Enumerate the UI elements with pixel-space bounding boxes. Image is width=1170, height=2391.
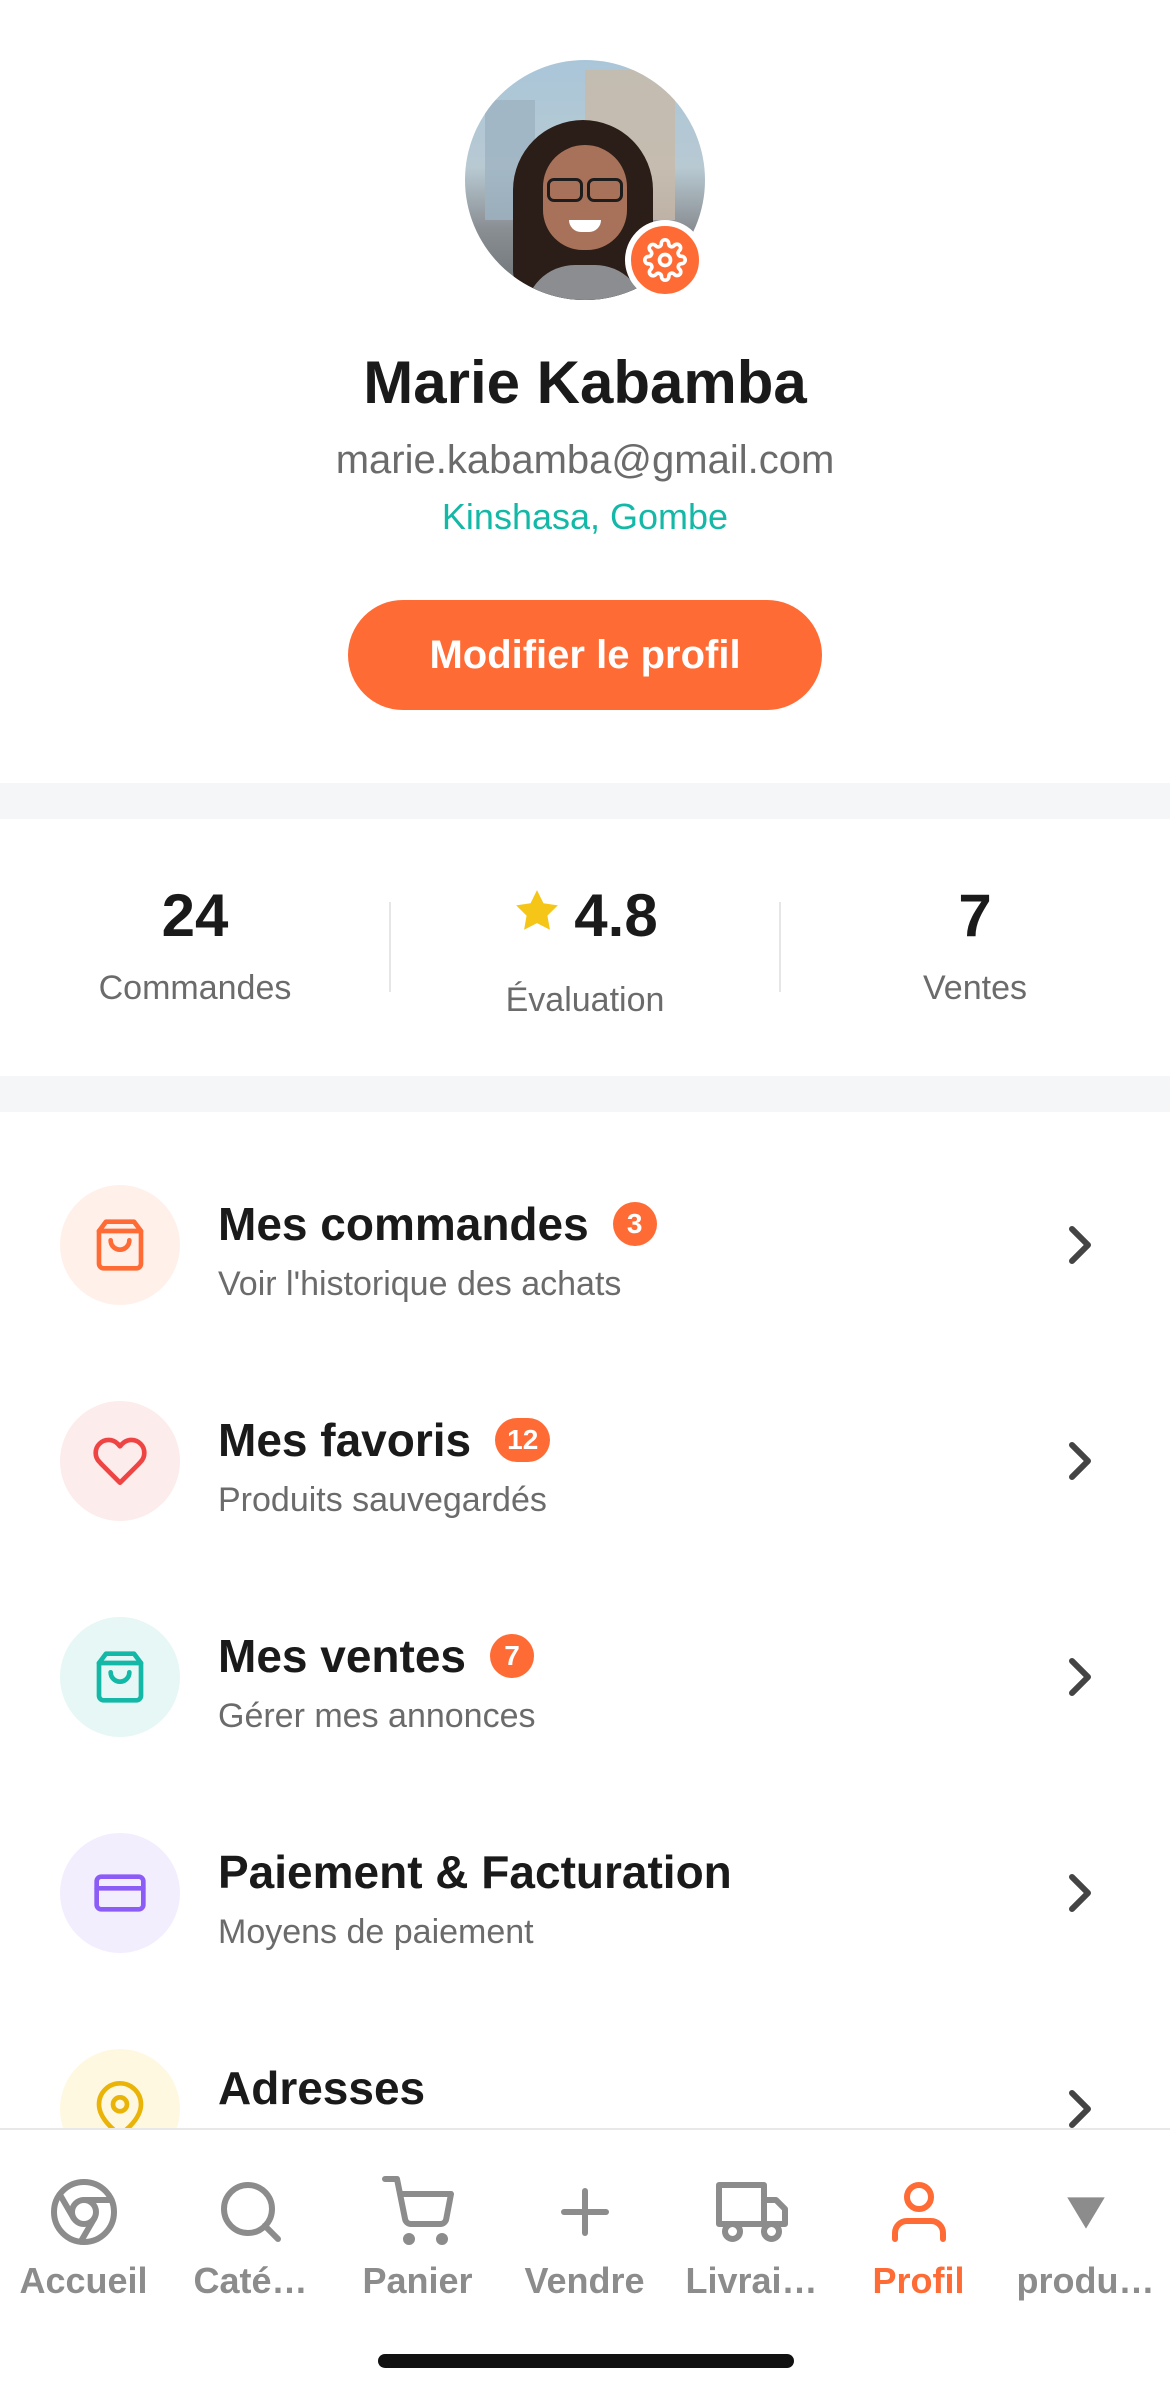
menu-item-title: Adresses xyxy=(218,2061,425,2115)
count-badge: 7 xyxy=(490,1634,535,1678)
shopping-bag-icon xyxy=(60,1185,180,1305)
menu-item-orders[interactable]: Mes commandes 3 Voir l'historique des ac… xyxy=(0,1137,1170,1353)
menu-item-sales[interactable]: Mes ventes 7 Gérer mes annonces xyxy=(0,1569,1170,1785)
stat-rating[interactable]: 4.8 Évaluation xyxy=(390,875,780,1020)
nav-label: Livrai… xyxy=(685,2260,818,2301)
menu-title-text: Mes favoris xyxy=(218,1414,472,1466)
menu-item-title: Mes ventes 7 xyxy=(218,1629,535,1683)
profile-email: marie.kabamba@gmail.com xyxy=(335,438,835,482)
nav-item-sell[interactable]: Vendre xyxy=(501,2172,668,2302)
cart-icon xyxy=(334,2172,501,2252)
stat-orders-label: Commandes xyxy=(98,969,292,1007)
bottom-nav: Accueil Caté… Panier Vendre Livrai… Prof… xyxy=(0,2128,1170,2391)
menu-item-title: Mes commandes 3 xyxy=(218,1197,657,1251)
menu-title-text: Mes commandes xyxy=(218,1198,589,1250)
avatar-container[interactable] xyxy=(465,60,705,300)
search-icon xyxy=(167,2172,334,2252)
home-indicator[interactable] xyxy=(378,2354,794,2368)
stat-rating-label: Évaluation xyxy=(505,981,665,1019)
nav-label: Caté… xyxy=(193,2260,308,2301)
menu-item-title: Mes favoris 12 xyxy=(218,1413,551,1467)
nav-label: Accueil xyxy=(19,2260,148,2301)
settings-gear-icon[interactable] xyxy=(625,220,705,300)
nav-label: Profil xyxy=(872,2260,965,2301)
truck-icon xyxy=(668,2172,835,2252)
heart-icon xyxy=(60,1401,180,1521)
menu-title-text: Adresses xyxy=(218,2062,426,2114)
chrome-icon xyxy=(0,2172,167,2252)
nav-item-products[interactable]: produ… xyxy=(1002,2172,1169,2302)
chevron-right-icon xyxy=(1069,1226,1091,1264)
section-divider xyxy=(0,783,1170,819)
stat-sales-value: 7 xyxy=(958,881,992,949)
stat-orders[interactable]: 24 Commandes xyxy=(0,875,390,1008)
nav-item-delivery[interactable]: Livrai… xyxy=(668,2172,835,2302)
nav-label: Vendre xyxy=(524,2260,645,2301)
menu-item-payment[interactable]: Paiement & Facturation Moyens de paiemen… xyxy=(0,1785,1170,2001)
chevron-right-icon xyxy=(1069,2090,1091,2128)
menu-item-subtitle: Gérer mes annonces xyxy=(218,1697,536,1735)
count-badge: 3 xyxy=(612,1202,657,1246)
nav-label: Panier xyxy=(362,2260,473,2301)
chevron-right-icon xyxy=(1069,1658,1091,1696)
profile-name: Marie Kabamba xyxy=(363,349,807,416)
stat-rating-value: 4.8 xyxy=(574,881,658,949)
nav-item-home[interactable]: Accueil xyxy=(0,2172,167,2302)
stat-sales[interactable]: 7 Ventes xyxy=(780,875,1170,1008)
menu-item-subtitle: Voir l'historique des achats xyxy=(218,1265,622,1303)
nav-label: produ… xyxy=(1016,2260,1155,2301)
triangle-down-icon xyxy=(1002,2172,1169,2252)
credit-card-icon xyxy=(60,1833,180,1953)
nav-item-categories[interactable]: Caté… xyxy=(167,2172,334,2302)
chevron-right-icon xyxy=(1069,1874,1091,1912)
profile-location: Kinshasa, Gombe xyxy=(441,496,729,537)
stat-orders-value: 24 xyxy=(161,881,229,949)
menu-title-text: Mes ventes xyxy=(218,1630,467,1682)
chevron-right-icon xyxy=(1069,1442,1091,1480)
plus-icon xyxy=(501,2172,668,2252)
menu-item-subtitle: Moyens de paiement xyxy=(218,1913,534,1951)
menu-item-title: Paiement & Facturation xyxy=(218,1845,732,1899)
edit-profile-button[interactable]: Modifier le profil xyxy=(348,600,822,710)
user-icon xyxy=(835,2172,1002,2252)
star-icon xyxy=(512,881,562,950)
shopping-bag-icon xyxy=(60,1617,180,1737)
section-divider xyxy=(0,1076,1170,1112)
menu-title-text: Paiement & Facturation xyxy=(218,1846,732,1898)
stat-sales-label: Ventes xyxy=(923,969,1027,1007)
menu-item-subtitle: Produits sauvegardés xyxy=(218,1481,547,1519)
menu-item-favorites[interactable]: Mes favoris 12 Produits sauvegardés xyxy=(0,1353,1170,1569)
nav-item-profile[interactable]: Profil xyxy=(835,2172,1002,2302)
count-badge: 12 xyxy=(495,1418,551,1462)
nav-item-cart[interactable]: Panier xyxy=(334,2172,501,2302)
